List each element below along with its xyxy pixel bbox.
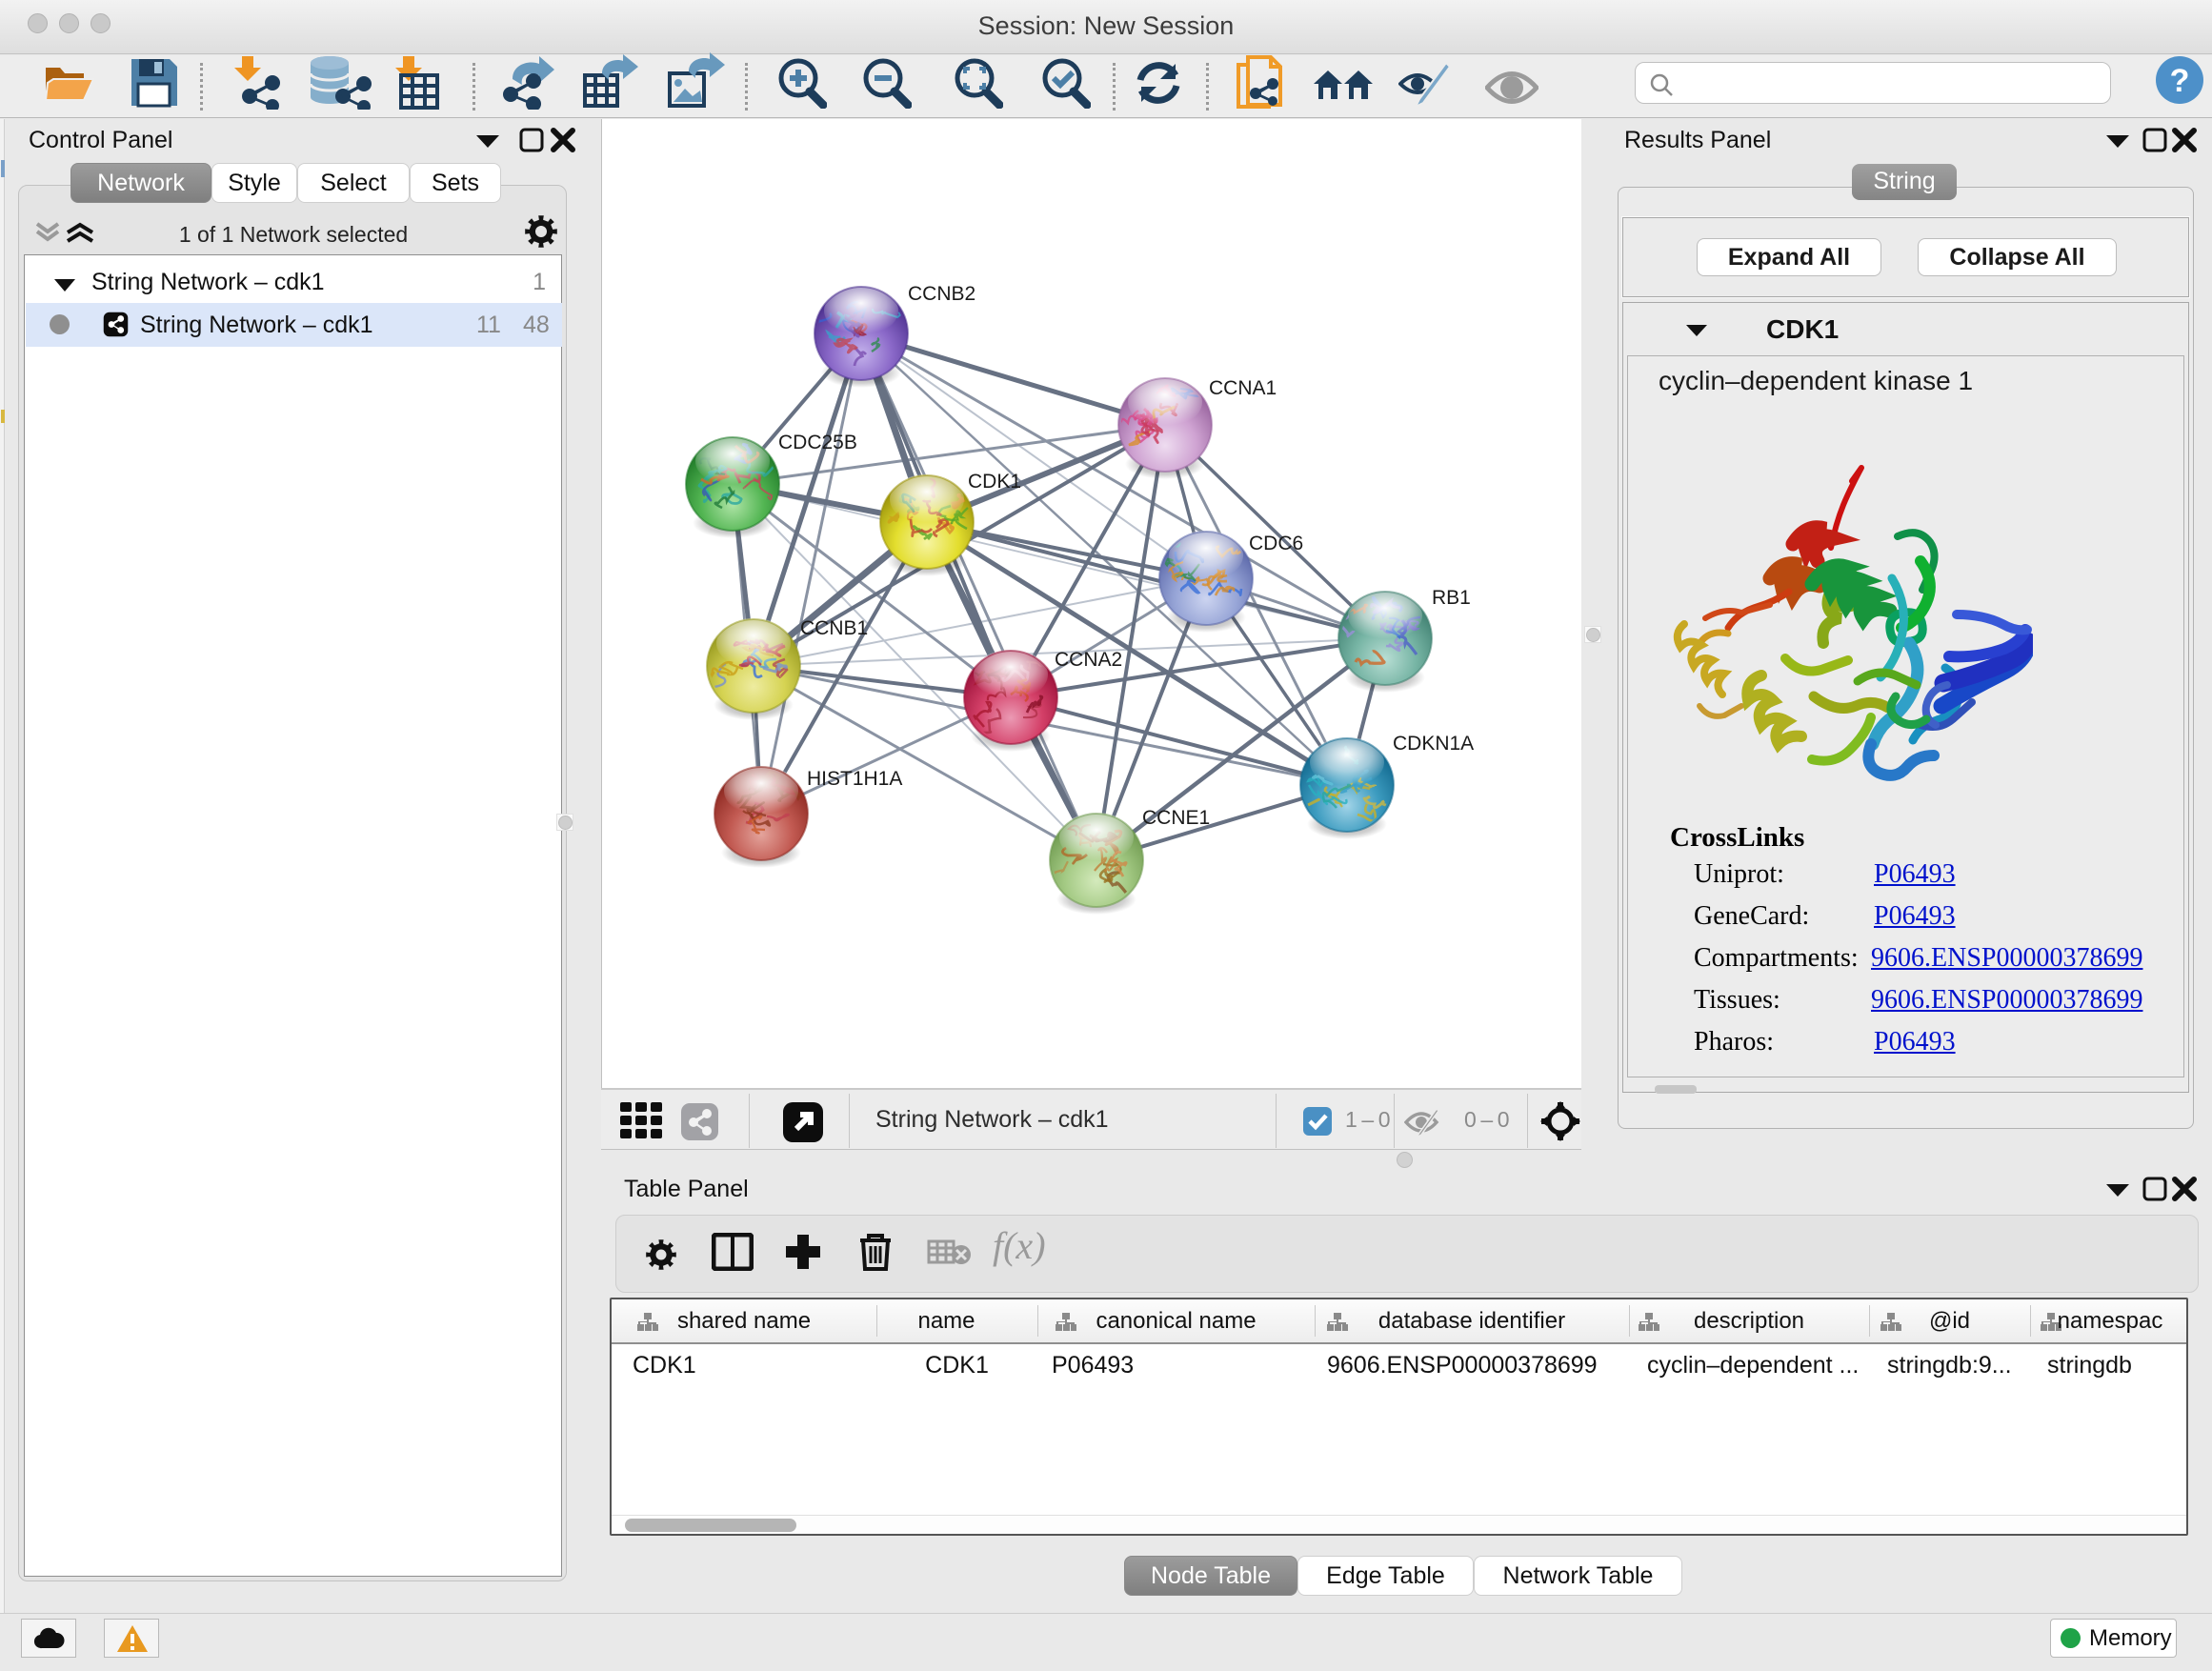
svg-text:CCNB2: CCNB2	[908, 283, 975, 305]
svg-text:CCNE1: CCNE1	[1142, 807, 1210, 829]
svg-text:RB1: RB1	[1432, 587, 1471, 609]
svg-text:CDKN1A: CDKN1A	[1393, 733, 1474, 755]
svg-text:CCNA2: CCNA2	[1055, 649, 1122, 671]
svg-text:CDC25B: CDC25B	[778, 432, 857, 453]
svg-text:HIST1H1A: HIST1H1A	[807, 768, 902, 790]
svg-text:CCNA1: CCNA1	[1209, 377, 1277, 399]
svg-text:CDK1: CDK1	[968, 471, 1021, 493]
svg-text:CDC6: CDC6	[1249, 533, 1303, 554]
svg-text:CCNB1: CCNB1	[800, 617, 868, 639]
svg-text:?: ?	[2170, 63, 2190, 99]
